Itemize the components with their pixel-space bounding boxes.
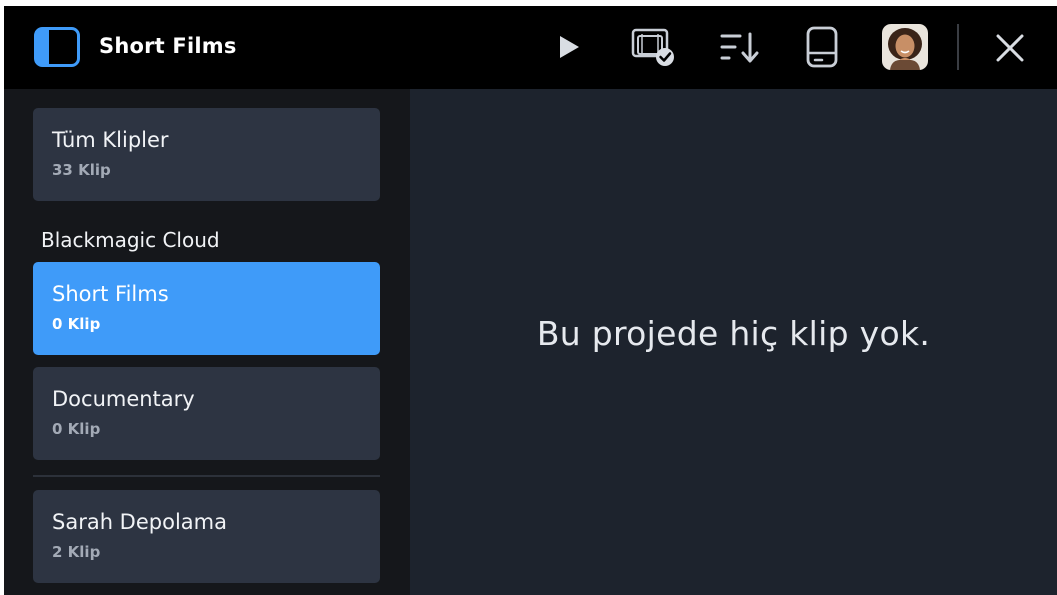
sort-icon[interactable]: [716, 26, 764, 70]
page-title: Short Films: [99, 34, 237, 58]
sidebar-divider: [33, 475, 380, 477]
sidebar-item-count: 0 Klip: [52, 315, 101, 333]
sidebar-item-all-clips[interactable]: Tüm Klipler 33 Klip: [33, 108, 380, 201]
play-icon[interactable]: [554, 28, 584, 66]
sidebar-item-short-films[interactable]: Short Films 0 Klip: [33, 262, 380, 355]
sidebar-item-label: Tüm Klipler: [52, 128, 169, 152]
toolbar-divider: [957, 24, 959, 70]
app-window: Short Films Tüm Klipler 33 Klip Blackmag…: [4, 6, 1057, 595]
sidebar-item-label: Short Films: [52, 282, 169, 306]
sidebar-item-label: Documentary: [52, 387, 195, 411]
empty-state-message: Bu projede hiç klip yok.: [536, 314, 931, 353]
sidebar-item-count: 0 Klip: [52, 420, 101, 438]
drive-icon[interactable]: [802, 24, 842, 70]
avatar[interactable]: [882, 24, 928, 70]
clip-panel: Bu projede hiç klip yok.: [410, 89, 1057, 595]
sidebar-item-count: 2 Klip: [52, 543, 101, 561]
sidebar-toggle-icon[interactable]: [34, 27, 80, 67]
close-icon[interactable]: [990, 26, 1030, 70]
sidebar-item-documentary[interactable]: Documentary 0 Klip: [33, 367, 380, 460]
section-title: Blackmagic Cloud: [41, 228, 220, 252]
clip-check-icon[interactable]: [629, 26, 679, 70]
top-bar: Short Films: [4, 6, 1057, 89]
sidebar-item-count: 33 Klip: [52, 161, 111, 179]
project-sidebar: Tüm Klipler 33 Klip Blackmagic Cloud Sho…: [4, 89, 410, 595]
sidebar-item-label: Sarah Depolama: [52, 510, 227, 534]
sidebar-item-storage[interactable]: Sarah Depolama 2 Klip: [33, 490, 380, 583]
